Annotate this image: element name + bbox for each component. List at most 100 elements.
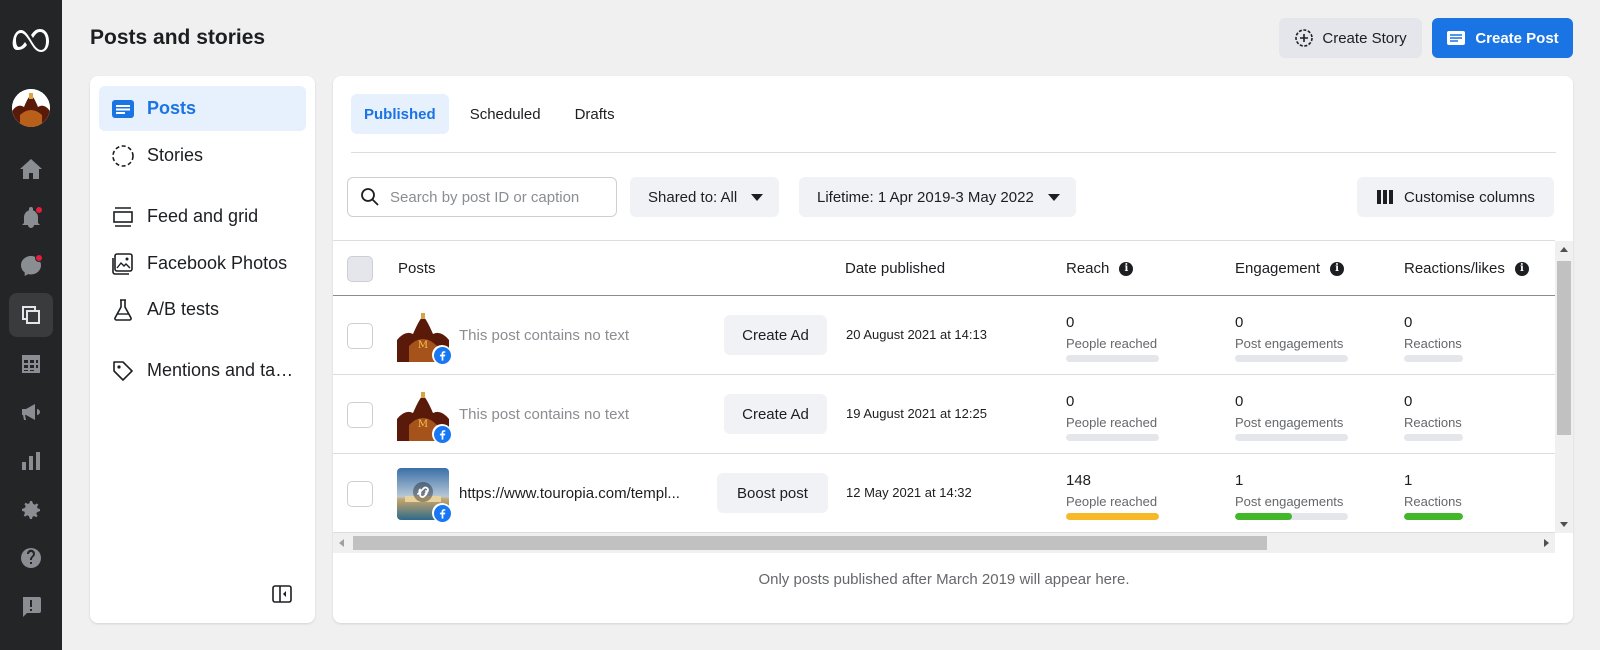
sidebar-item-posts[interactable]: Posts bbox=[99, 86, 306, 131]
scroll-down-icon[interactable] bbox=[1560, 522, 1568, 527]
scrollbar-thumb[interactable] bbox=[1557, 261, 1571, 435]
facebook-icon bbox=[432, 503, 452, 523]
report-icon[interactable] bbox=[9, 585, 53, 629]
engagement-label: Post engagements bbox=[1235, 336, 1344, 351]
meta-logo-icon[interactable] bbox=[9, 18, 53, 62]
shared-to-label: Shared to: All bbox=[648, 188, 738, 206]
sidebar-item-facebook-photos[interactable]: Facebook Photos bbox=[99, 241, 306, 286]
notification-dot bbox=[35, 206, 43, 214]
tab-drafts[interactable]: Drafts bbox=[562, 94, 628, 134]
ads-icon[interactable] bbox=[9, 390, 53, 434]
select-all-checkbox[interactable] bbox=[347, 256, 373, 282]
boost-post-button[interactable]: Boost post bbox=[717, 473, 828, 513]
engagement-value: 1 bbox=[1235, 472, 1244, 489]
create-ad-button[interactable]: Create Ad bbox=[724, 394, 827, 434]
shared-to-dropdown[interactable]: Shared to: All bbox=[630, 177, 780, 217]
page-title: Posts and stories bbox=[90, 26, 266, 49]
table-row[interactable]: https://www.touropia.com/templ... Boost … bbox=[333, 455, 1555, 533]
sidebar-item-ab-tests[interactable]: A/B tests bbox=[99, 287, 306, 332]
engagement-label: Post engagements bbox=[1235, 415, 1344, 430]
sidebar-item-feed-and-grid[interactable]: Feed and grid bbox=[99, 194, 306, 239]
help-icon[interactable] bbox=[9, 536, 53, 580]
post-caption[interactable]: This post contains no text bbox=[459, 327, 629, 344]
notification-dot bbox=[35, 254, 43, 262]
search-icon bbox=[361, 188, 379, 206]
posts-panel: Published Scheduled Drafts Shared to: Al… bbox=[333, 76, 1573, 623]
stories-icon bbox=[112, 144, 134, 167]
engagement-metric: 0 Post engagements bbox=[1235, 314, 1348, 362]
table-row[interactable]: M This post contains no text Create Ad 1… bbox=[333, 376, 1555, 454]
post-caption-link[interactable]: https://www.touropia.com/templ... bbox=[459, 485, 697, 502]
columns-icon bbox=[1377, 190, 1394, 204]
create-story-label: Create Story bbox=[1322, 29, 1407, 47]
post-thumbnail[interactable] bbox=[397, 468, 452, 523]
column-header-date[interactable]: Date published bbox=[845, 260, 945, 277]
row-checkbox[interactable] bbox=[347, 323, 373, 349]
info-icon[interactable]: i bbox=[1330, 261, 1345, 276]
column-header-engagement[interactable]: Engagement i bbox=[1235, 260, 1345, 277]
search-input[interactable] bbox=[390, 188, 610, 206]
engagement-value: 0 bbox=[1235, 314, 1244, 331]
scroll-left-icon[interactable] bbox=[339, 539, 344, 547]
scroll-up-icon[interactable] bbox=[1560, 247, 1568, 252]
notifications-icon[interactable] bbox=[9, 196, 53, 240]
table-header: Posts Date published Reach i Engagement i … bbox=[333, 241, 1555, 296]
add-circle-icon bbox=[1295, 29, 1314, 47]
row-checkbox[interactable] bbox=[347, 481, 373, 507]
settings-icon[interactable] bbox=[9, 488, 53, 532]
date-range-dropdown[interactable]: Lifetime: 1 Apr 2019-3 May 2022 bbox=[799, 177, 1076, 217]
create-ad-button[interactable]: Create Ad bbox=[724, 315, 827, 355]
reach-bar bbox=[1066, 434, 1159, 441]
date-published: 19 August 2021 at 12:25 bbox=[846, 406, 987, 421]
create-story-button[interactable]: Create Story bbox=[1279, 18, 1422, 58]
reactions-metric: 0 Reactions bbox=[1404, 393, 1463, 441]
svg-text:M: M bbox=[418, 419, 428, 430]
reactions-metric: 0 Reactions bbox=[1404, 314, 1463, 362]
avatar[interactable] bbox=[12, 89, 50, 127]
posts-icon[interactable] bbox=[9, 293, 53, 337]
post-thumbnail[interactable]: M bbox=[397, 389, 452, 444]
info-icon[interactable]: i bbox=[1514, 261, 1529, 276]
planner-icon[interactable] bbox=[9, 342, 53, 386]
horizontal-scrollbar[interactable] bbox=[333, 533, 1555, 553]
tag-icon bbox=[113, 360, 133, 381]
column-header-reach[interactable]: Reach i bbox=[1066, 260, 1134, 277]
inbox-icon[interactable] bbox=[9, 244, 53, 288]
reach-value: 0 bbox=[1066, 393, 1075, 410]
table-row[interactable]: M This post contains no text Create Ad 2… bbox=[333, 297, 1555, 375]
caret-down-icon bbox=[751, 193, 764, 201]
create-post-button[interactable]: Create Post bbox=[1432, 18, 1573, 58]
bar-fill bbox=[1066, 513, 1159, 520]
reach-bar bbox=[1066, 513, 1159, 520]
tab-scheduled[interactable]: Scheduled bbox=[457, 94, 554, 134]
insights-icon[interactable] bbox=[9, 439, 53, 483]
customise-columns-button[interactable]: Customise columns bbox=[1357, 177, 1554, 217]
sidebar-item-stories[interactable]: Stories bbox=[99, 133, 306, 178]
home-icon[interactable] bbox=[9, 147, 53, 191]
engagement-bar bbox=[1235, 513, 1348, 520]
sidebar-item-label: Mentions and ta… bbox=[147, 360, 294, 380]
collapse-sidebar-icon[interactable] bbox=[270, 582, 294, 606]
vertical-scrollbar[interactable] bbox=[1555, 241, 1573, 533]
scroll-right-icon[interactable] bbox=[1544, 539, 1549, 547]
column-header-posts[interactable]: Posts bbox=[398, 260, 436, 277]
post-caption[interactable]: This post contains no text bbox=[459, 406, 629, 423]
sidebar-item-label: Facebook Photos bbox=[147, 253, 288, 273]
engagement-metric: 0 Post engagements bbox=[1235, 393, 1348, 441]
column-header-reactions[interactable]: Reactions/likes i bbox=[1404, 260, 1529, 277]
tab-published[interactable]: Published bbox=[351, 94, 449, 134]
row-checkbox[interactable] bbox=[347, 402, 373, 428]
reactions-label: Reactions bbox=[1404, 336, 1462, 351]
scrollbar-thumb[interactable] bbox=[353, 536, 1267, 550]
flask-icon bbox=[114, 298, 132, 321]
reactions-value: 0 bbox=[1404, 393, 1413, 410]
post-thumbnail[interactable]: M bbox=[397, 310, 452, 365]
reactions-bar bbox=[1404, 434, 1463, 441]
reactions-bar bbox=[1404, 513, 1463, 520]
sidebar-item-mentions-and-tags[interactable]: Mentions and ta… bbox=[99, 348, 306, 393]
reach-metric: 148 People reached bbox=[1066, 472, 1159, 520]
compose-icon bbox=[1447, 31, 1466, 45]
reactions-value: 0 bbox=[1404, 314, 1413, 331]
info-icon[interactable]: i bbox=[1119, 261, 1134, 276]
search-box[interactable] bbox=[347, 177, 617, 217]
